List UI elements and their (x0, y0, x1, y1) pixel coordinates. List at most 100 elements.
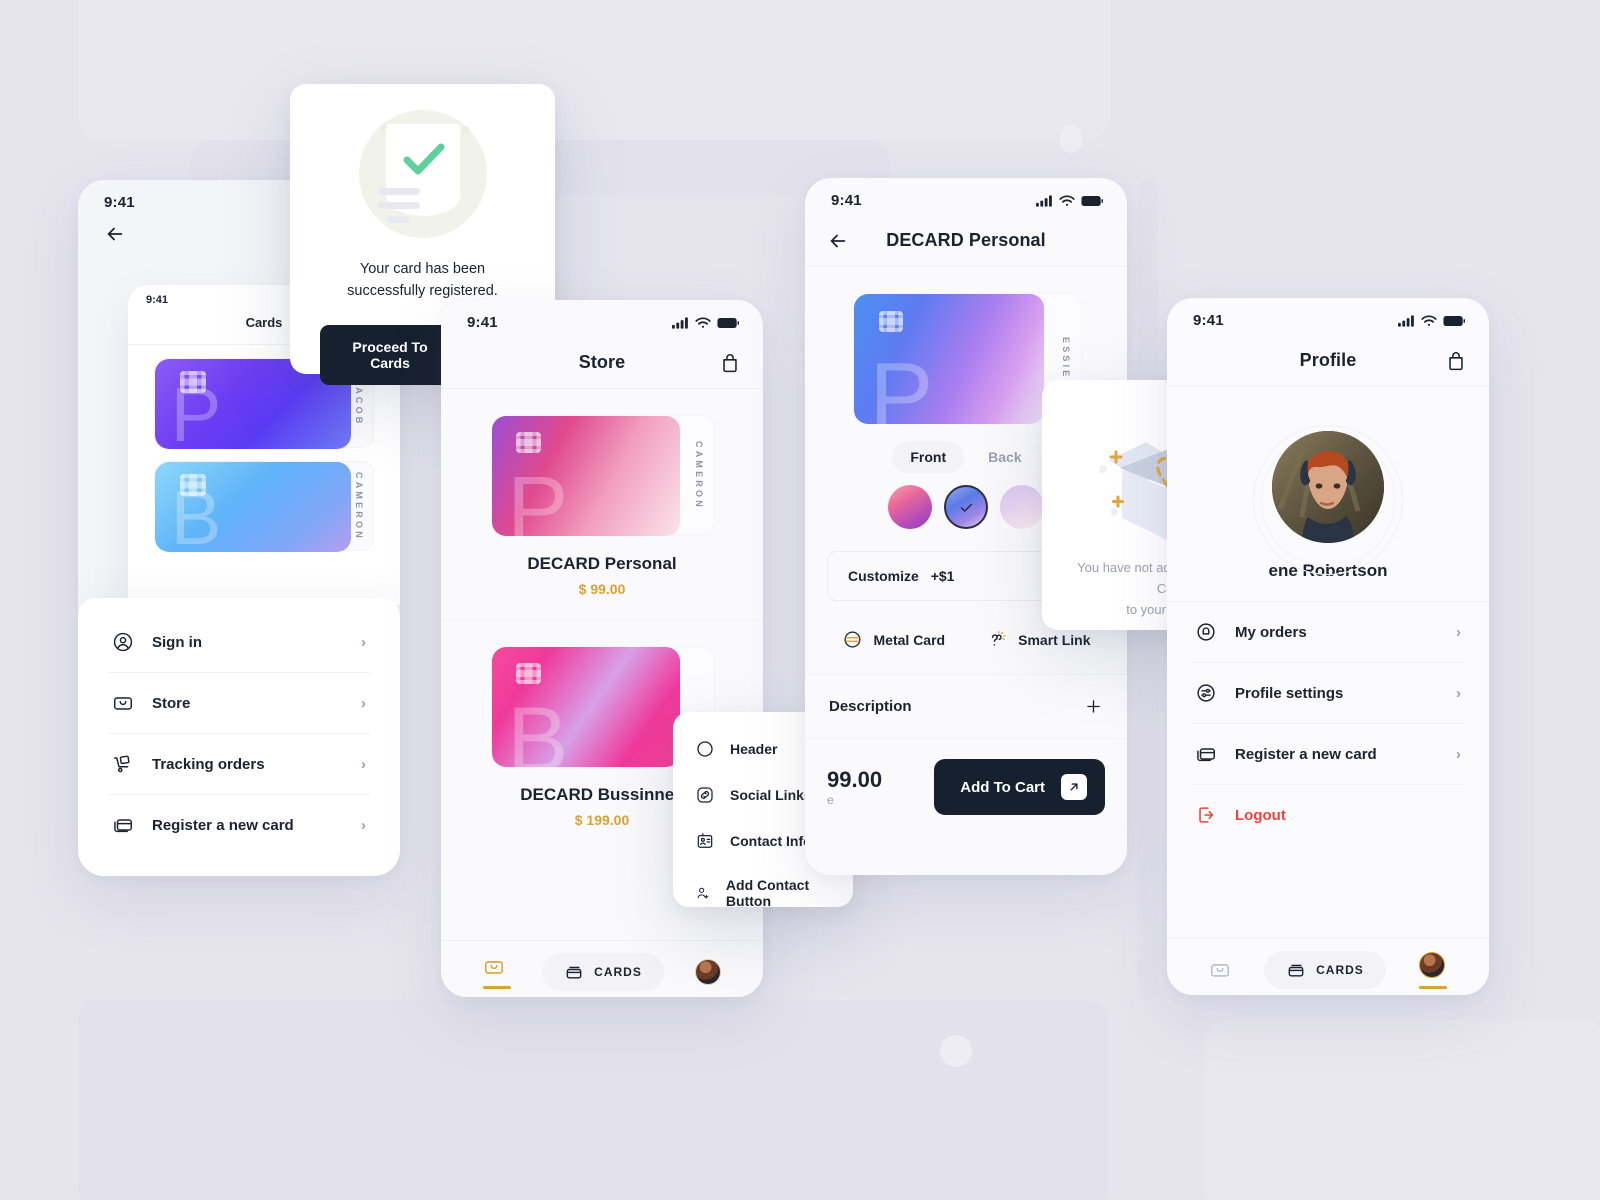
store-header: Store (441, 337, 763, 389)
description-accordion[interactable]: Description (805, 675, 1127, 739)
menu-label: Add Contact Button (725, 877, 810, 909)
user-photo-icon (1272, 431, 1384, 543)
sidebar-item-sign-in[interactable]: Sign in › (108, 612, 370, 673)
store-bag-icon (484, 960, 503, 974)
bottom-tab-bar: CARDS (1167, 938, 1489, 995)
menu-label: Sign in (152, 633, 202, 651)
bg-block (78, 1000, 1108, 1200)
check-icon (946, 487, 986, 527)
logout-icon (1199, 807, 1214, 823)
bg-block (820, 0, 1110, 140)
swatch-lilac-pale[interactable] (1000, 485, 1044, 529)
credit-cards-icon (114, 819, 132, 833)
feature-smart-link: Smart Link (986, 629, 1090, 650)
chevron-right-icon: › (361, 633, 366, 651)
smart-link-icon (991, 630, 1006, 646)
sparkle-dot (461, 126, 469, 133)
cellular-icon (672, 316, 688, 329)
tab-profile[interactable] (1418, 951, 1447, 989)
bank-card: P (492, 416, 680, 536)
profile-identity: ene Robertson (1167, 387, 1489, 601)
segment-back[interactable]: Back (970, 441, 1039, 473)
sidebar-item-profile-settings[interactable]: Profile settings › (1191, 663, 1465, 724)
chevron-right-icon: › (1456, 684, 1461, 702)
sidebar-item-logout[interactable]: Logout (1191, 785, 1465, 845)
store-bag-icon (1211, 964, 1230, 977)
chevron-right-icon: › (1456, 745, 1461, 763)
status-bar: 9:41 (1167, 298, 1489, 335)
menu-label: Contact Info (730, 833, 812, 849)
document-check-icon (358, 110, 487, 238)
bank-card: B (155, 462, 351, 552)
success-message: Your card has been successfully register… (347, 261, 498, 300)
card-letter: B (170, 476, 222, 552)
user-circle-icon (113, 632, 133, 652)
detail-header: DECARD Personal (805, 215, 1127, 267)
status-bar: 9:41 (441, 300, 763, 337)
battery-icon (717, 317, 739, 328)
tab-store[interactable] (482, 956, 511, 989)
status-icons (1036, 194, 1103, 207)
description-label: Description (829, 698, 912, 715)
arrow-left-icon (830, 234, 846, 247)
tab-profile[interactable] (695, 959, 722, 985)
battery-icon (1443, 315, 1465, 326)
settings-sliders-icon (1197, 684, 1215, 702)
arrow-left-icon (107, 227, 123, 241)
product-card-personal[interactable]: P CAMERON DECARD Personal $ 99.00 (441, 389, 763, 620)
card-letter: P (869, 342, 934, 424)
proceed-to-cards-button[interactable]: Proceed To Cards (320, 324, 461, 385)
avatar[interactable] (1272, 431, 1384, 543)
profile-menu: My orders › Profile settings › Register … (1167, 601, 1489, 845)
menu-label: Logout (1235, 806, 1286, 824)
swatch-pink-magenta[interactable] (888, 485, 932, 529)
bank-card: B (492, 647, 680, 767)
menu-label: Tracking orders (152, 755, 265, 773)
chip-icon (878, 310, 904, 333)
cellular-icon (1398, 314, 1414, 327)
menu-label: Header (730, 741, 778, 757)
profile-header: Profile (1167, 335, 1489, 387)
sidebar-item-my-orders[interactable]: My orders › (1191, 602, 1465, 663)
plus-icon (1087, 700, 1100, 713)
tab-label: CARDS (594, 965, 642, 979)
shopping-bag-button[interactable] (719, 352, 741, 374)
product-price: $ 99.00 (578, 581, 626, 597)
menu-item-add-contact-button[interactable]: Add Contact Button (695, 864, 831, 922)
arrow-up-right-icon (1061, 774, 1087, 800)
tab-label: CARDS (1316, 963, 1364, 977)
chevron-right-icon: › (361, 694, 366, 712)
add-to-cart-label: Add To Cart (960, 778, 1045, 796)
tab-store[interactable] (1209, 959, 1231, 981)
card-holder-name: JACOB (354, 379, 364, 427)
swatch-blue-violet[interactable] (944, 485, 988, 529)
feature-metal-card: Metal Card (842, 629, 945, 650)
segment-front[interactable]: Front (892, 441, 965, 473)
shopping-bag-button[interactable] (1445, 350, 1467, 372)
add-to-cart-button[interactable]: Add To Cart (934, 759, 1105, 815)
wifi-icon (695, 316, 711, 328)
phone-screen-profile: 9:41 Profile ene Robertson My orders › P… (1167, 298, 1489, 995)
sidebar-item-register-card[interactable]: Register a new card › (1191, 724, 1465, 785)
circle-icon (697, 741, 713, 757)
wifi-icon (1421, 314, 1437, 326)
product-title: DECARD Personal (527, 554, 677, 573)
back-button[interactable] (827, 230, 849, 252)
menu-label: Register a new card (152, 816, 294, 834)
shopping-bag-icon (1449, 351, 1463, 370)
tab-cards[interactable]: CARDS (542, 953, 664, 991)
sidebar-item-tracking-orders[interactable]: Tracking orders › (108, 734, 370, 795)
sidebar-item-register-card[interactable]: Register a new card › (108, 795, 370, 855)
bank-card: P (854, 294, 1044, 424)
sidebar-item-store[interactable]: Store › (108, 673, 370, 734)
cards-stack-icon (1288, 964, 1304, 977)
inner-title: Cards (245, 315, 283, 330)
menu-label: Social Links (730, 787, 812, 803)
id-card-icon (697, 833, 713, 848)
tab-cards[interactable]: CARDS (1264, 951, 1386, 989)
chevron-right-icon: › (361, 755, 366, 773)
status-bar: 9:41 (805, 178, 1127, 215)
customize-price: +$1 (930, 568, 955, 584)
preview-card-row[interactable]: B CAMERON (154, 461, 374, 552)
check-icon (403, 143, 444, 175)
